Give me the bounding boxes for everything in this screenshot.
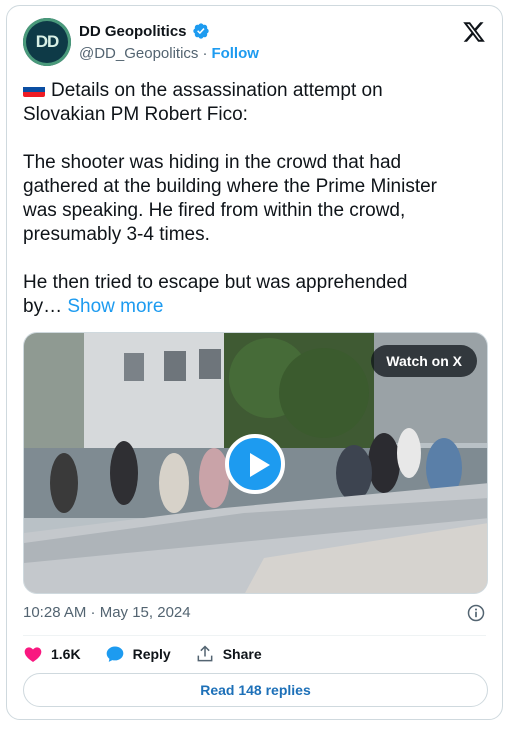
tweet-paragraph-2: The shooter was hiding in the crowd that… (23, 152, 438, 245)
author-name[interactable]: DD Geopolitics (79, 23, 187, 40)
show-more-link[interactable]: Show more (67, 296, 163, 317)
reply-label: Reply (132, 646, 171, 662)
tweet-timestamp[interactable]: 10:28 AM · May 15, 2024 (23, 604, 191, 621)
share-label: Share (222, 646, 262, 662)
video-thumbnail[interactable]: Watch on X (23, 332, 488, 594)
heart-icon (24, 647, 42, 662)
read-replies-button[interactable]: Read 148 replies (23, 673, 488, 707)
handle-row: @DD_Geopolitics · Follow (79, 45, 259, 62)
author-handle[interactable]: @DD_Geopolitics (79, 45, 198, 62)
follow-button[interactable]: Follow (211, 45, 259, 62)
x-logo-icon[interactable] (462, 20, 486, 44)
verified-badge-icon (192, 23, 209, 39)
divider (23, 635, 486, 636)
tweet-card: DD DD Geopolitics @DD_Geopolitics · Foll… (6, 5, 503, 720)
separator-dot: · (202, 45, 208, 62)
share-icon (197, 645, 213, 662)
slovakia-flag-icon (23, 82, 45, 97)
tweet-line1: Details on the assassination attempt on … (23, 80, 383, 125)
watch-on-x-button[interactable]: Watch on X (371, 345, 477, 377)
action-bar: 1.6K Reply Share (23, 644, 286, 664)
share-button[interactable]: Share (195, 644, 262, 664)
like-count: 1.6K (51, 646, 81, 662)
tweet-text: Details on the assassination attempt on … (23, 79, 489, 319)
play-icon[interactable] (225, 434, 285, 494)
avatar-text: DD (35, 32, 60, 51)
reply-bubble-icon (106, 646, 123, 662)
info-icon[interactable] (466, 603, 486, 623)
reply-button[interactable]: Reply (105, 644, 171, 664)
avatar[interactable]: DD (23, 18, 71, 66)
author-name-row: DD Geopolitics (79, 22, 210, 40)
like-button[interactable]: 1.6K (23, 644, 81, 664)
